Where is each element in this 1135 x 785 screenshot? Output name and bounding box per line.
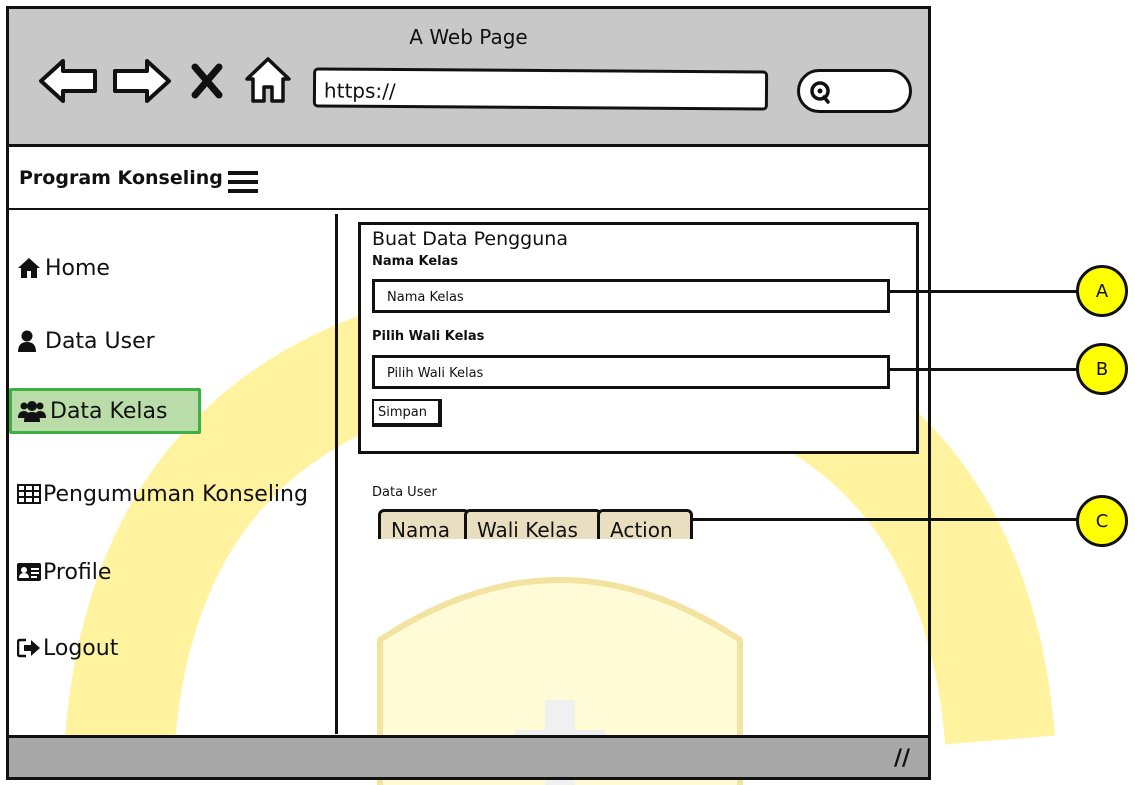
hamburger-menu-icon[interactable] (228, 170, 258, 194)
browser-toolbar: A Web Page https:// (9, 9, 928, 147)
status-bar: // (9, 735, 928, 777)
column-header-wali-kelas[interactable]: Wali Kelas (464, 509, 602, 539)
callout-b: B (1076, 343, 1128, 395)
create-user-form: Buat Data Pengguna Nama Kelas Nama Kelas… (358, 222, 919, 454)
callout-a: A (1076, 265, 1128, 317)
sidebar-divider (335, 214, 338, 734)
forward-arrow-icon[interactable] (109, 57, 173, 105)
search-box[interactable] (797, 69, 912, 113)
wali-kelas-select[interactable]: Pilih Wali Kelas (372, 355, 890, 389)
app-header: Program Konseling (9, 150, 928, 210)
form-title: Buat Data Pengguna (372, 228, 568, 250)
sidebar-item-label: Home (45, 255, 110, 281)
callout-c: C (1076, 495, 1128, 547)
sidebar-item-data-kelas[interactable]: Data Kelas (9, 388, 201, 434)
sidebar-item-label: Logout (43, 635, 119, 661)
resize-grip-icon[interactable]: // (894, 746, 910, 771)
id-card-icon (17, 562, 41, 582)
table-caption: Data User (372, 485, 437, 500)
home-nav-icon[interactable] (243, 55, 293, 105)
sidebar-item-label: Data Kelas (50, 398, 168, 424)
nama-kelas-label: Nama Kelas (372, 254, 459, 269)
sidebar-item-home[interactable]: Home (9, 246, 110, 290)
wali-kelas-label: Pilih Wali Kelas (372, 329, 485, 344)
sidebar: Home Data User Data Kelas Pengumuman Kon… (9, 210, 337, 735)
sidebar-item-label: Data User (45, 328, 155, 354)
sidebar-item-label: Profile (43, 559, 112, 585)
table-icon (17, 484, 41, 504)
users-icon (18, 400, 46, 422)
back-arrow-icon[interactable] (37, 57, 101, 105)
column-header-nama[interactable]: Nama (378, 509, 470, 539)
user-icon (17, 330, 37, 352)
callout-line-a (889, 290, 1077, 293)
sidebar-item-label: Pengumuman Konseling (43, 481, 308, 507)
sidebar-item-pengumuman-konseling[interactable]: Pengumuman Konseling (9, 472, 308, 516)
url-input[interactable]: https:// (312, 67, 769, 111)
search-icon (810, 81, 830, 104)
sidebar-item-logout[interactable]: Logout (9, 626, 118, 670)
sidebar-item-profile[interactable]: Profile (9, 550, 111, 594)
callout-line-c (693, 518, 1077, 521)
sidebar-item-data-user[interactable]: Data User (9, 319, 155, 363)
callout-line-b (889, 368, 1077, 371)
app-title: Program Konseling (19, 167, 223, 189)
close-icon[interactable] (189, 61, 225, 101)
logout-icon (17, 638, 41, 658)
nama-kelas-input[interactable]: Nama Kelas (372, 279, 890, 313)
column-header-action[interactable]: Action (597, 509, 693, 539)
home-icon (17, 257, 41, 279)
simpan-button[interactable]: Simpan (372, 399, 442, 427)
window-title: A Web Page (409, 25, 528, 49)
